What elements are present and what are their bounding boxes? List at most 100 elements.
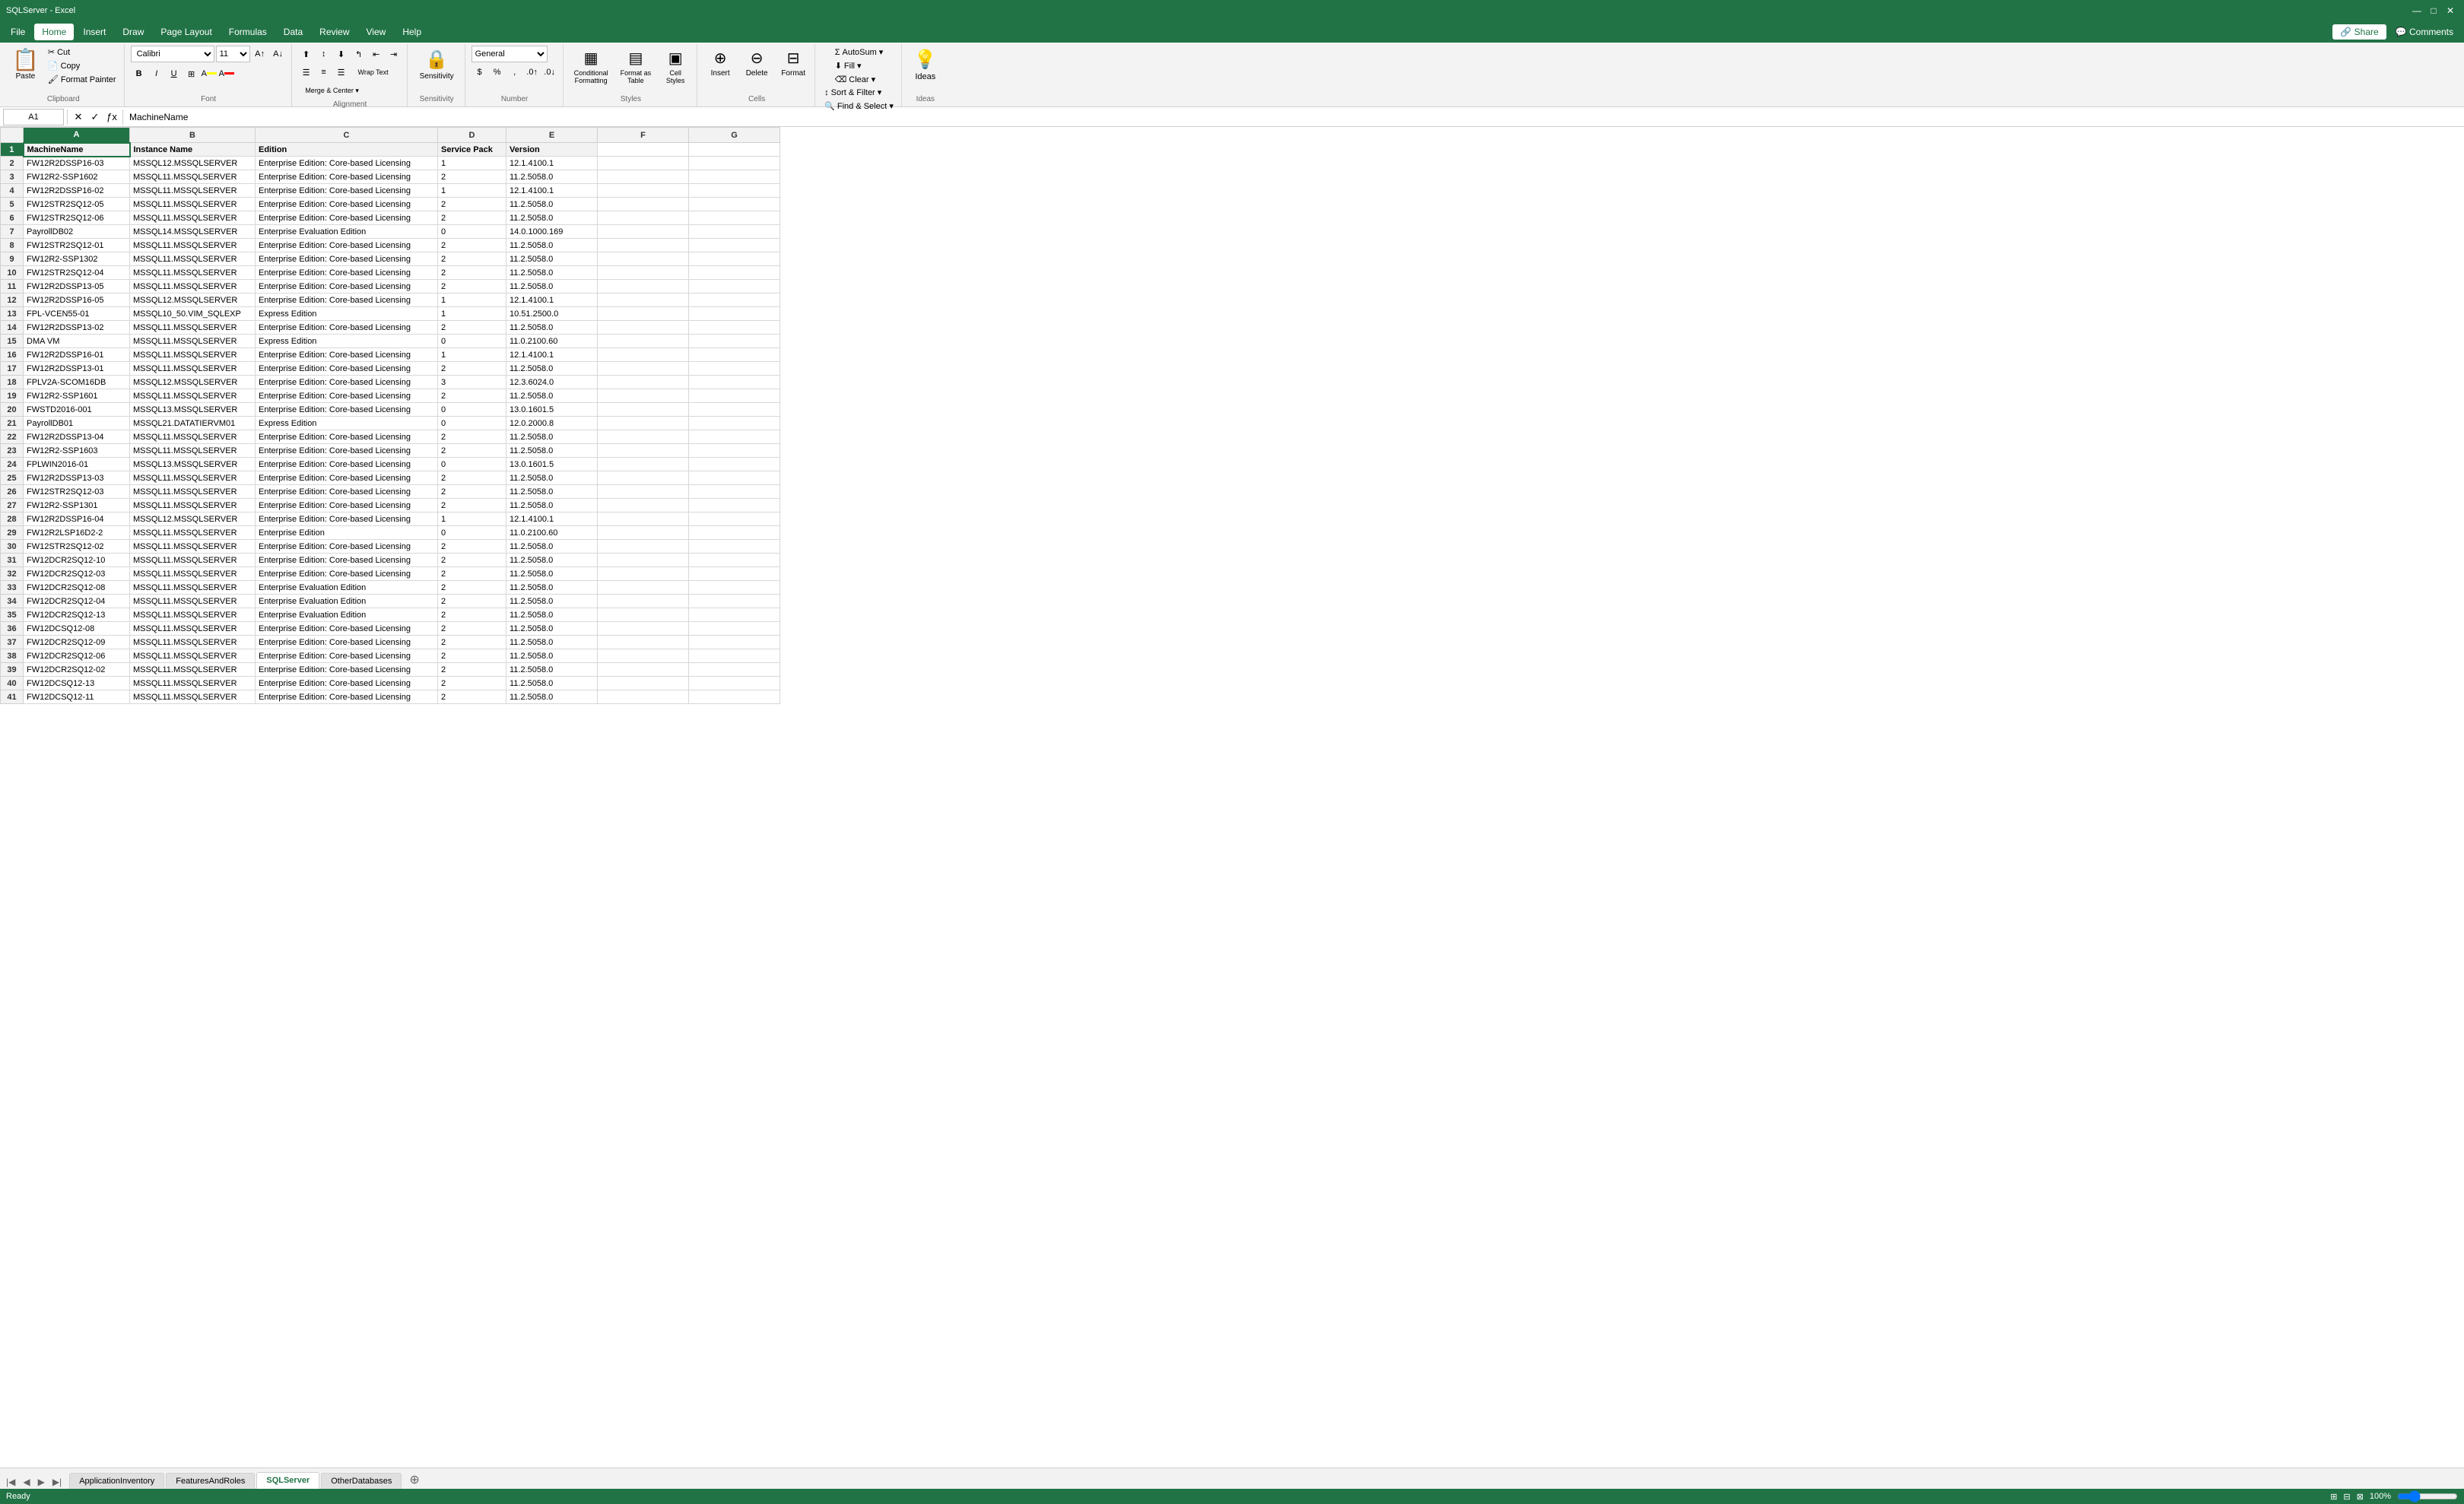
table-row[interactable]: 14.0.1000.169 xyxy=(506,225,598,239)
table-row[interactable]: Enterprise Evaluation Edition xyxy=(256,608,438,622)
table-row[interactable]: 2 xyxy=(438,540,506,554)
table-row[interactable]: 11.2.5058.0 xyxy=(506,567,598,581)
table-row[interactable]: MSSQL11.MSSQLSERVER xyxy=(130,649,256,663)
table-row[interactable]: FW12R2-SSP1602 xyxy=(24,170,130,184)
table-row[interactable]: MSSQL11.MSSQLSERVER xyxy=(130,540,256,554)
table-row[interactable]: FW12DCSQ12-11 xyxy=(24,690,130,704)
table-row[interactable]: FPLV2A-SCOM16DB xyxy=(24,376,130,389)
table-row[interactable]: 2 xyxy=(438,252,506,266)
indent-increase-button[interactable]: ⇥ xyxy=(386,46,402,62)
table-row[interactable]: Enterprise Edition: Core-based Licensing xyxy=(256,485,438,499)
row-header-4[interactable]: 4 xyxy=(1,184,24,198)
table-row[interactable]: FW12DCR2SQ12-13 xyxy=(24,608,130,622)
table-row[interactable]: MSSQL11.MSSQLSERVER xyxy=(130,595,256,608)
row-header-34[interactable]: 34 xyxy=(1,595,24,608)
cut-button[interactable]: ✂ Cut xyxy=(45,46,119,59)
table-row[interactable]: 11.2.5058.0 xyxy=(506,485,598,499)
table-row[interactable]: 2 xyxy=(438,362,506,376)
table-row[interactable]: FW12DCR2SQ12-09 xyxy=(24,636,130,649)
table-row[interactable]: MSSQL11.MSSQLSERVER xyxy=(130,211,256,225)
table-row[interactable]: 11.2.5058.0 xyxy=(506,321,598,335)
table-row[interactable]: 11.2.5058.0 xyxy=(506,389,598,403)
align-middle-button[interactable]: ↕ xyxy=(316,46,332,62)
table-row[interactable]: FW12R2DSSP13-02 xyxy=(24,321,130,335)
table-row[interactable]: MSSQL11.MSSQLSERVER xyxy=(130,362,256,376)
table-row[interactable]: Enterprise Edition: Core-based Licensing xyxy=(256,471,438,485)
table-row[interactable]: 11.0.2100.60 xyxy=(506,335,598,348)
table-row[interactable]: Version xyxy=(506,143,598,157)
table-row[interactable]: MSSQL11.MSSQLSERVER xyxy=(130,608,256,622)
table-row[interactable]: FW12R2DSSP16-01 xyxy=(24,348,130,362)
table-row[interactable]: Enterprise Edition: Core-based Licensing xyxy=(256,622,438,636)
table-row[interactable]: 11.2.5058.0 xyxy=(506,266,598,280)
table-row[interactable]: MSSQL21.DATATIERVM01 xyxy=(130,417,256,430)
row-header-26[interactable]: 26 xyxy=(1,485,24,499)
table-row[interactable]: MSSQL11.MSSQLSERVER xyxy=(130,348,256,362)
table-row[interactable]: MSSQL11.MSSQLSERVER xyxy=(130,581,256,595)
table-row[interactable]: Enterprise Edition: Core-based Licensing xyxy=(256,649,438,663)
row-header-10[interactable]: 10 xyxy=(1,266,24,280)
row-header-41[interactable]: 41 xyxy=(1,690,24,704)
table-row[interactable]: Instance Name xyxy=(130,143,256,157)
table-row[interactable]: 0 xyxy=(438,417,506,430)
row-header-35[interactable]: 35 xyxy=(1,608,24,622)
table-row[interactable]: 2 xyxy=(438,677,506,690)
table-row[interactable]: 2 xyxy=(438,499,506,512)
table-row[interactable]: MSSQL12.MSSQLSERVER xyxy=(130,512,256,526)
table-row[interactable]: FW12DCR2SQ12-08 xyxy=(24,581,130,595)
col-header-A[interactable]: A xyxy=(24,128,130,143)
row-header-32[interactable]: 32 xyxy=(1,567,24,581)
row-header-19[interactable]: 19 xyxy=(1,389,24,403)
menu-file[interactable]: File xyxy=(3,24,33,40)
tab-prev-button[interactable]: ◀ xyxy=(20,1475,33,1489)
table-row[interactable]: PayrollDB01 xyxy=(24,417,130,430)
table-row[interactable]: MSSQL11.MSSQLSERVER xyxy=(130,184,256,198)
table-row[interactable]: MSSQL11.MSSQLSERVER xyxy=(130,677,256,690)
table-row[interactable]: MachineName xyxy=(24,143,130,157)
align-right-button[interactable]: ☰ xyxy=(333,64,350,81)
table-row[interactable]: Enterprise Edition: Core-based Licensing xyxy=(256,348,438,362)
table-row[interactable]: 10.51.2500.0 xyxy=(506,307,598,321)
align-left-button[interactable]: ☰ xyxy=(298,64,315,81)
format-painter-button[interactable]: 🖌 Format Painter xyxy=(45,73,119,86)
autosum-button[interactable]: Σ AutoSum ▾ xyxy=(832,46,887,59)
table-row[interactable]: FW12R2-SSP1601 xyxy=(24,389,130,403)
table-row[interactable]: Enterprise Edition: Core-based Licensing xyxy=(256,198,438,211)
table-row[interactable]: MSSQL11.MSSQLSERVER xyxy=(130,663,256,677)
table-row[interactable]: 12.1.4100.1 xyxy=(506,512,598,526)
tab-application-inventory[interactable]: ApplicationInventory xyxy=(69,1473,164,1489)
table-row[interactable]: MSSQL11.MSSQLSERVER xyxy=(130,430,256,444)
row-header-38[interactable]: 38 xyxy=(1,649,24,663)
row-header-40[interactable]: 40 xyxy=(1,677,24,690)
table-row[interactable]: 13.0.1601.5 xyxy=(506,458,598,471)
row-header-28[interactable]: 28 xyxy=(1,512,24,526)
table-row[interactable]: 1 xyxy=(438,512,506,526)
table-row[interactable]: FW12DCSQ12-08 xyxy=(24,622,130,636)
table-row[interactable]: PayrollDB02 xyxy=(24,225,130,239)
menu-review[interactable]: Review xyxy=(312,24,357,40)
col-header-B[interactable]: B xyxy=(130,128,256,143)
table-row[interactable]: MSSQL13.MSSQLSERVER xyxy=(130,403,256,417)
table-row[interactable]: Enterprise Edition: Core-based Licensing xyxy=(256,499,438,512)
clear-button[interactable]: ⌫ Clear ▾ xyxy=(832,73,878,86)
table-row[interactable]: 12.1.4100.1 xyxy=(506,348,598,362)
indent-decrease-button[interactable]: ⇤ xyxy=(368,46,385,62)
format-as-table-button[interactable]: ▤ Format asTable xyxy=(616,46,656,87)
table-row[interactable]: FW12DCR2SQ12-03 xyxy=(24,567,130,581)
table-row[interactable]: 12.3.6024.0 xyxy=(506,376,598,389)
table-row[interactable]: 11.2.5058.0 xyxy=(506,239,598,252)
table-row[interactable]: Express Edition xyxy=(256,335,438,348)
table-row[interactable]: 2 xyxy=(438,389,506,403)
table-row[interactable]: MSSQL11.MSSQLSERVER xyxy=(130,526,256,540)
find-select-button[interactable]: 🔍 Find & Select ▾ xyxy=(821,100,897,113)
table-row[interactable]: Enterprise Edition: Core-based Licensing xyxy=(256,690,438,704)
comments-button[interactable]: 💬 Comments xyxy=(2388,24,2461,40)
row-header-39[interactable]: 39 xyxy=(1,663,24,677)
table-row[interactable]: 11.2.5058.0 xyxy=(506,198,598,211)
table-row[interactable]: 11.0.2100.60 xyxy=(506,526,598,540)
wrap-text-button[interactable]: Wrap Text xyxy=(351,64,396,81)
table-row[interactable]: 11.2.5058.0 xyxy=(506,280,598,294)
table-row[interactable]: 11.2.5058.0 xyxy=(506,444,598,458)
table-row[interactable]: FW12DCR2SQ12-10 xyxy=(24,554,130,567)
conditional-formatting-button[interactable]: ▦ ConditionalFormatting xyxy=(570,46,613,87)
